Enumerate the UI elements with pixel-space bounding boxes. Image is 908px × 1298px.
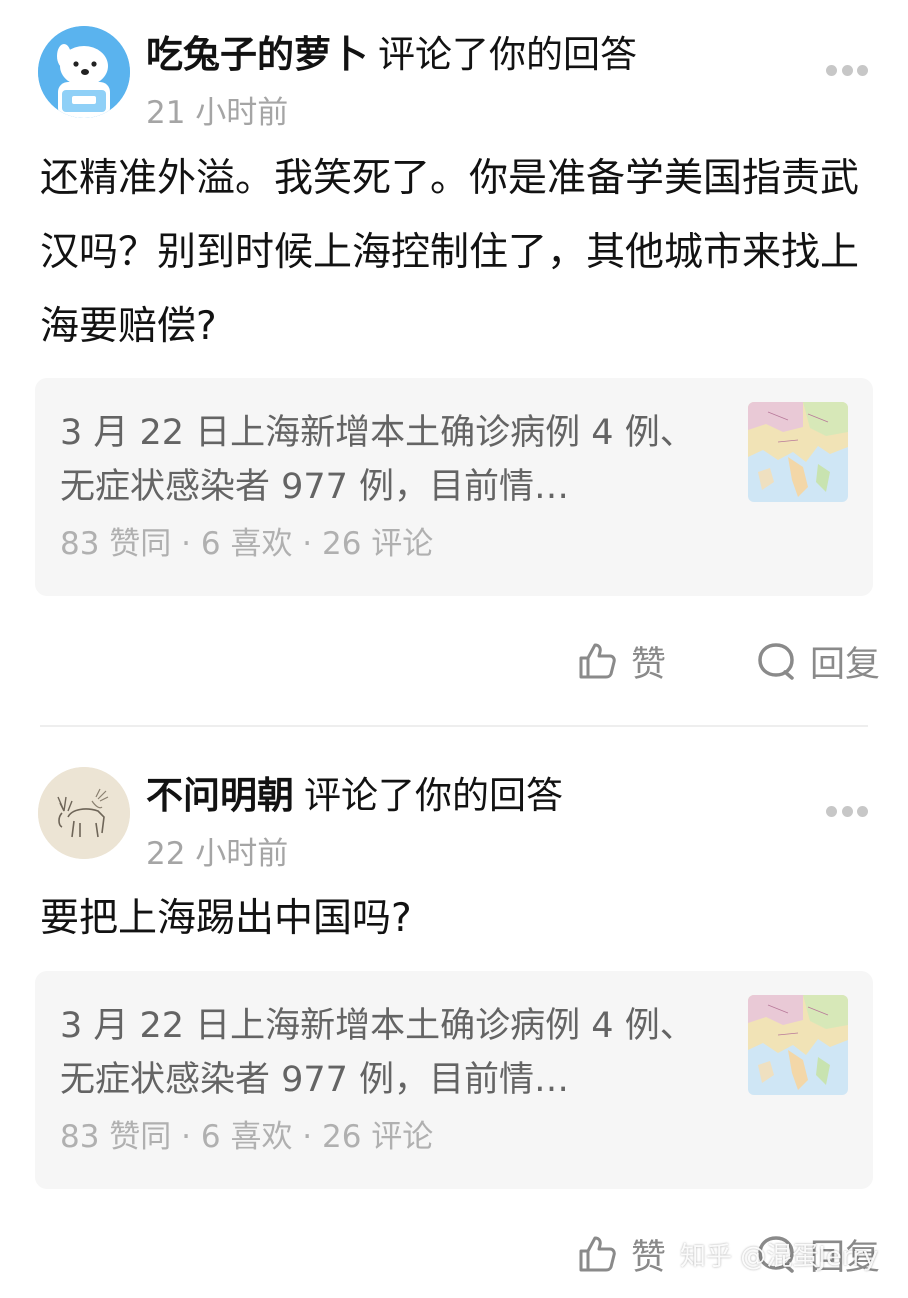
- answer-card[interactable]: 3 月 22 日上海新增本土确诊病例 4 例、无症状感染者 977 例，目前情……: [35, 971, 873, 1189]
- like-label: 赞: [630, 644, 666, 685]
- dot-icon: [857, 805, 868, 817]
- map-thumbnail-icon: [748, 402, 848, 502]
- moose-sketch-icon: [38, 767, 130, 859]
- map-thumbnail-icon: [748, 995, 848, 1095]
- like-button[interactable]: 赞: [577, 1229, 666, 1280]
- comment-bubble-icon: [758, 643, 794, 680]
- username[interactable]: 不问明朝: [146, 774, 294, 817]
- comment-text: 还精准外溢。我笑死了。你是准备学美国指责武汉吗？别到时候上海控制住了，其他城市来…: [40, 156, 860, 349]
- answer-card[interactable]: 3 月 22 日上海新增本土确诊病例 4 例、无症状感染者 977 例，目前情……: [35, 378, 873, 596]
- notification-action-text: 评论了你的回答: [378, 33, 637, 76]
- cartoon-dog-astronaut-icon: [38, 26, 130, 118]
- notification-action-text: 评论了你的回答: [304, 774, 563, 817]
- notification-item-1[interactable]: 吃兔子的萝卜 评论了你的回答 21 小时前 还精准外溢。我笑死了。你是准备学美国指…: [0, 0, 908, 725]
- dot-icon: [826, 805, 837, 817]
- answer-card-stats: 83 赞同 · 6 喜欢 · 26 评论: [60, 1119, 434, 1155]
- watermark: 知乎 @混蛋Jerry: [680, 1242, 879, 1272]
- timestamp: 22 小时前: [146, 836, 289, 872]
- dot-icon: [857, 64, 868, 76]
- comment-text: 要把上海踢出中国吗?: [40, 896, 412, 941]
- like-label: 赞: [630, 1237, 666, 1278]
- notification-item-2[interactable]: 不问明朝 评论了你的回答 22 小时前 要把上海踢出中国吗? 3 月 22 日上海…: [0, 727, 908, 1298]
- username[interactable]: 吃兔子的萝卜: [146, 33, 368, 76]
- thumbs-up-icon: [579, 1236, 616, 1272]
- answer-card-title: 3 月 22 日上海新增本土确诊病例 4 例、无症状感染者 977 例，目前情…: [60, 413, 695, 507]
- dot-icon: [826, 64, 837, 76]
- avatar[interactable]: [38, 767, 130, 859]
- timestamp: 21 小时前: [146, 95, 289, 131]
- more-options-button[interactable]: [826, 64, 868, 76]
- more-options-button[interactable]: [826, 805, 868, 817]
- dot-icon: [841, 64, 853, 76]
- answer-card-title: 3 月 22 日上海新增本土确诊病例 4 例、无症状感染者 977 例，目前情…: [60, 1006, 695, 1100]
- like-button[interactable]: 赞: [577, 636, 666, 687]
- dot-icon: [841, 805, 853, 817]
- answer-card-stats: 83 赞同 · 6 喜欢 · 26 评论: [60, 526, 434, 562]
- avatar[interactable]: [38, 26, 130, 118]
- reply-label: 回复: [809, 644, 880, 685]
- notification-headline: 不问明朝 评论了你的回答: [146, 773, 563, 819]
- notification-actions: 赞 回复: [487, 636, 880, 686]
- reply-button[interactable]: 回复: [756, 636, 880, 687]
- notification-headline: 吃兔子的萝卜 评论了你的回答: [146, 32, 637, 78]
- thumbs-up-icon: [579, 643, 616, 679]
